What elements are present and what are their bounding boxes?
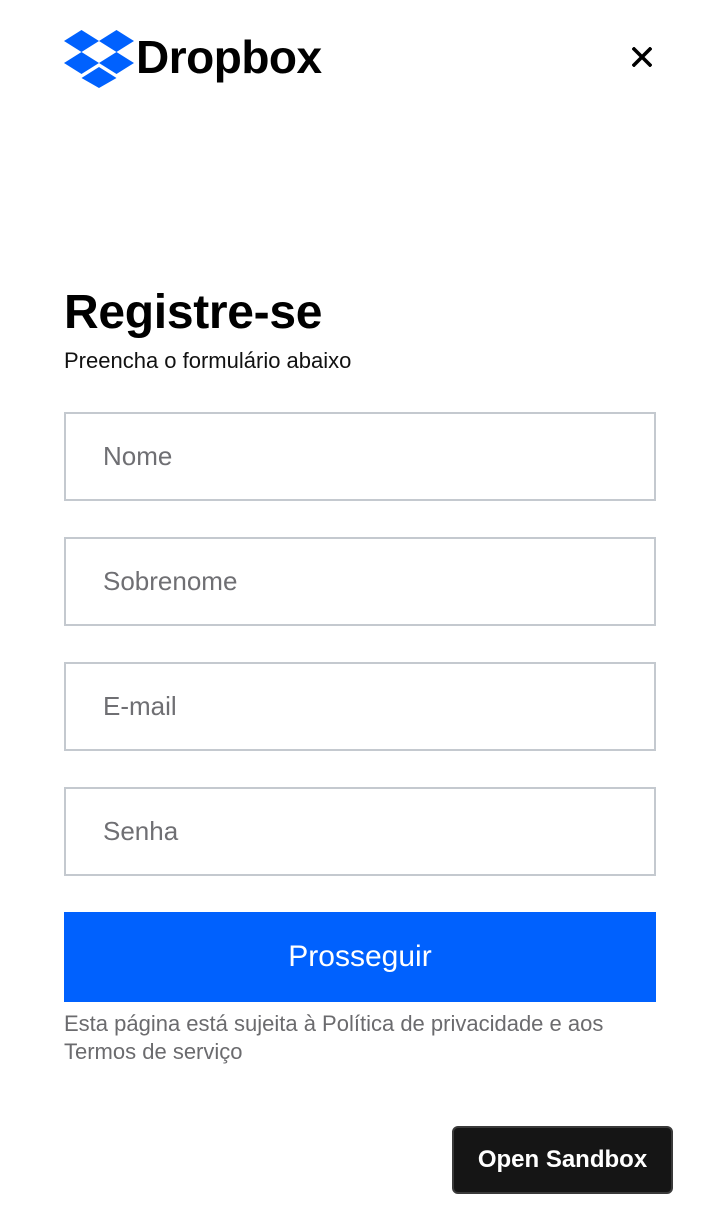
first-name-input[interactable] xyxy=(66,414,654,499)
open-sandbox-button[interactable]: Open Sandbox xyxy=(452,1126,673,1194)
page-title: Registre-se xyxy=(64,286,323,339)
last-name-input[interactable] xyxy=(66,539,654,624)
password-input[interactable] xyxy=(66,789,654,874)
password-field xyxy=(64,787,656,876)
close-icon xyxy=(632,47,652,67)
page-subtitle: Preencha o formulário abaixo xyxy=(64,348,352,373)
logo-text: Dropbox xyxy=(136,31,322,83)
first-name-field xyxy=(64,412,656,501)
email-field xyxy=(64,662,656,751)
email-input[interactable] xyxy=(66,664,654,749)
close-button[interactable] xyxy=(625,40,659,74)
legal-notice: Esta página está sujeita à Política de p… xyxy=(64,1011,604,1064)
signup-page: Dropbox Registre-se Preencha o formulári… xyxy=(0,0,719,1229)
continue-button[interactable]: Prosseguir xyxy=(64,912,656,1002)
last-name-field xyxy=(64,537,656,626)
dropbox-logo: Dropbox xyxy=(64,26,322,88)
dropbox-logo-icon xyxy=(64,30,134,88)
header: Dropbox xyxy=(64,26,659,90)
